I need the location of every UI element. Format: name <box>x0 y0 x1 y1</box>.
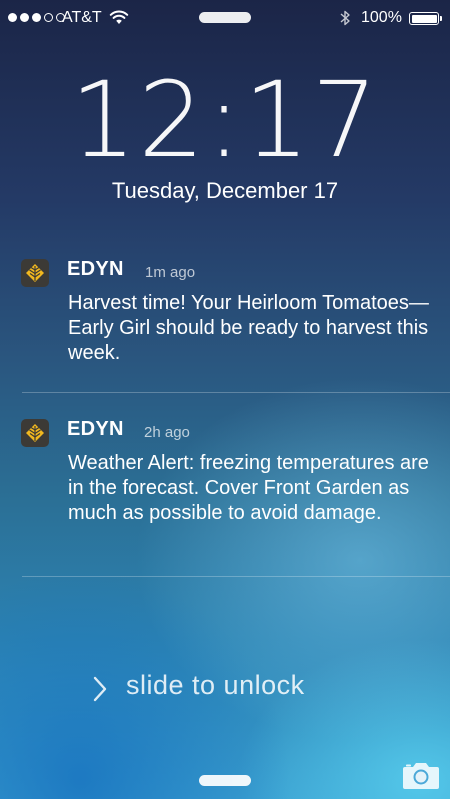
status-bar: AT&T 100% <box>0 0 450 36</box>
camera-icon[interactable] <box>402 760 440 790</box>
notification-message: Weather Alert: freezing temperatures are… <box>68 452 429 524</box>
notification-divider <box>22 392 450 393</box>
carrier-name: AT&T <box>62 9 102 26</box>
notification-center-grabber[interactable] <box>199 12 251 23</box>
lock-screen-date: Tuesday, December 17 <box>111 178 339 203</box>
notification-time: 1m ago <box>145 264 196 281</box>
chevron-right-icon <box>93 676 107 702</box>
bluetooth-icon <box>340 10 350 26</box>
lock-screen-clock: 12:17 <box>70 59 380 181</box>
battery-nub <box>440 16 442 21</box>
battery-icon <box>409 12 439 25</box>
notification-app-name: EDYN <box>67 418 124 440</box>
edyn-leaf-icon <box>21 259 49 287</box>
notification-message: Harvest time! Your Heirloom Tomatoes—Ear… <box>68 292 429 364</box>
signal-strength-icon <box>8 13 65 22</box>
notification-time: 2h ago <box>144 424 190 441</box>
slide-to-unlock-label: slide to unlock <box>126 670 305 700</box>
notification-divider <box>22 576 450 577</box>
battery-percentage: 100% <box>361 9 402 26</box>
notification-app-name: EDYN <box>67 258 124 280</box>
edyn-leaf-icon <box>21 419 49 447</box>
wifi-icon <box>109 10 129 24</box>
control-center-grabber[interactable] <box>199 775 251 786</box>
